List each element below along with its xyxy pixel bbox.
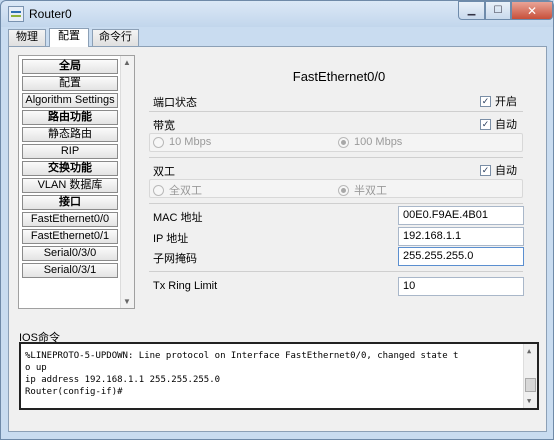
tab-config[interactable]: 配置 <box>49 28 89 47</box>
bandwidth-100mbps-radio[interactable]: 100 Mbps <box>338 136 402 148</box>
radio-selected-icon <box>338 136 349 148</box>
nav-item-rip[interactable]: RIP <box>22 144 118 159</box>
nav-item-vlan-database[interactable]: VLAN 数据库 <box>22 178 118 193</box>
divider <box>149 203 523 204</box>
duplex-half-label: 半双工 <box>354 185 387 197</box>
divider <box>149 111 523 112</box>
panel-title: FastEthernet0/0 <box>292 69 386 84</box>
ip-address-field[interactable]: 192.168.1.1 <box>398 227 524 246</box>
mac-address-label: MAC 地址 <box>153 212 203 224</box>
checkbox-check-icon: ✓ <box>480 118 491 130</box>
close-icon: ✕ <box>526 3 538 18</box>
duplex-full-label: 全双工 <box>169 185 202 197</box>
title-bar[interactable]: Router0 ▁ ☐ ✕ <box>1 1 553 27</box>
console-line: %LINEPROTO-5-UPDOWN: Line protocol on In… <box>25 351 459 361</box>
minimize-button[interactable]: ▁ <box>458 1 485 20</box>
config-nav-list: 全局 配置 Algorithm Settings 路由功能 静态路由 RIP 交… <box>18 55 135 309</box>
router-config-window: Router0 ▁ ☐ ✕ 物理 配置 命令行 全局 配置 Algorithm … <box>0 0 554 440</box>
console-line: ip address 192.168.1.1 255.255.255.0 <box>25 375 221 385</box>
nav-item-algorithm-settings[interactable]: Algorithm Settings <box>22 93 118 108</box>
close-button[interactable]: ✕ <box>511 1 553 20</box>
bandwidth-10mbps-radio[interactable]: 10 Mbps <box>153 136 211 148</box>
nav-item-serial0-3-1[interactable]: Serial0/3/1 <box>22 263 118 278</box>
port-status-label: 端口状态 <box>153 97 197 109</box>
bandwidth-10mbps-label: 10 Mbps <box>169 136 212 148</box>
port-on-label: 开启 <box>495 96 517 108</box>
nav-item-fastethernet0-1[interactable]: FastEthernet0/1 <box>22 229 118 244</box>
bandwidth-auto-label: 自动 <box>495 119 517 131</box>
mac-address-field[interactable]: 00E0.F9AE.4B01 <box>398 206 524 225</box>
interface-panel: FastEthernet0/0 端口状态 ✓ 开启 带宽 ✓ 自动 10 Mbp… <box>149 61 529 296</box>
duplex-full-radio[interactable]: 全双工 <box>153 182 202 198</box>
tx-ring-limit-field[interactable]: 10 <box>398 277 524 296</box>
scroll-up-arrow-icon[interactable]: ▲ <box>123 58 131 67</box>
ios-command-console[interactable]: %LINEPROTO-5-UPDOWN: Line protocol on In… <box>19 342 539 410</box>
nav-header-switching[interactable]: 交换功能 <box>22 161 118 176</box>
divider <box>149 271 523 272</box>
scroll-up-arrow-icon[interactable]: ▲ <box>527 345 531 357</box>
console-line: o up <box>25 363 47 373</box>
subnet-mask-label: 子网掩码 <box>153 253 197 265</box>
minimize-icon: ▁ <box>467 5 476 16</box>
radio-selected-icon <box>338 184 349 196</box>
bandwidth-auto-checkbox[interactable]: ✓ 自动 <box>480 116 517 132</box>
duplex-auto-checkbox[interactable]: ✓ 自动 <box>480 162 517 178</box>
nav-header-global[interactable]: 全局 <box>22 59 118 74</box>
duplex-half-radio[interactable]: 半双工 <box>338 182 387 198</box>
ip-address-label: IP 地址 <box>153 233 189 245</box>
nav-item-settings[interactable]: 配置 <box>22 76 118 91</box>
console-prompt-line: Router(config-if)# <box>25 387 123 397</box>
port-status-checkbox[interactable]: ✓ 开启 <box>480 93 517 109</box>
tx-ring-limit-label: Tx Ring Limit <box>153 280 218 292</box>
console-scrollbar[interactable]: ▲ ▼ <box>523 344 537 408</box>
subnet-mask-field[interactable]: 255.255.255.0 <box>398 247 524 266</box>
maximize-button[interactable]: ☐ <box>485 1 511 20</box>
config-tab-content: 全局 配置 Algorithm Settings 路由功能 静态路由 RIP 交… <box>8 46 547 432</box>
scroll-down-arrow-icon[interactable]: ▼ <box>123 297 131 306</box>
bandwidth-label: 带宽 <box>153 120 175 132</box>
nav-header-interface[interactable]: 接口 <box>22 195 118 210</box>
tab-physical[interactable]: 物理 <box>8 29 46 46</box>
radio-unselected-icon <box>153 136 164 148</box>
nav-item-serial0-3-0[interactable]: Serial0/3/0 <box>22 246 118 261</box>
scroll-down-arrow-icon[interactable]: ▼ <box>527 395 531 407</box>
checkbox-check-icon: ✓ <box>480 95 491 107</box>
duplex-auto-label: 自动 <box>495 165 517 177</box>
window-title: Router0 <box>29 7 72 21</box>
duplex-label: 双工 <box>153 166 175 178</box>
maximize-icon: ☐ <box>493 5 503 16</box>
nav-scrollbar[interactable]: ▲ ▼ <box>120 56 134 308</box>
checkbox-check-icon: ✓ <box>480 164 491 176</box>
tab-cli[interactable]: 命令行 <box>92 29 139 46</box>
divider <box>149 157 523 158</box>
bandwidth-100mbps-label: 100 Mbps <box>354 136 403 148</box>
duplex-radio-group: 全双工 半双工 <box>149 179 523 198</box>
console-scroll-thumb[interactable] <box>525 378 536 392</box>
nav-item-fastethernet0-0[interactable]: FastEthernet0/0 <box>22 212 118 227</box>
packet-tracer-app-icon <box>8 6 24 22</box>
nav-header-routing[interactable]: 路由功能 <box>22 110 118 125</box>
bandwidth-radio-group: 10 Mbps 100 Mbps <box>149 133 523 152</box>
radio-unselected-icon <box>153 184 164 196</box>
nav-item-static-routing[interactable]: 静态路由 <box>22 127 118 142</box>
